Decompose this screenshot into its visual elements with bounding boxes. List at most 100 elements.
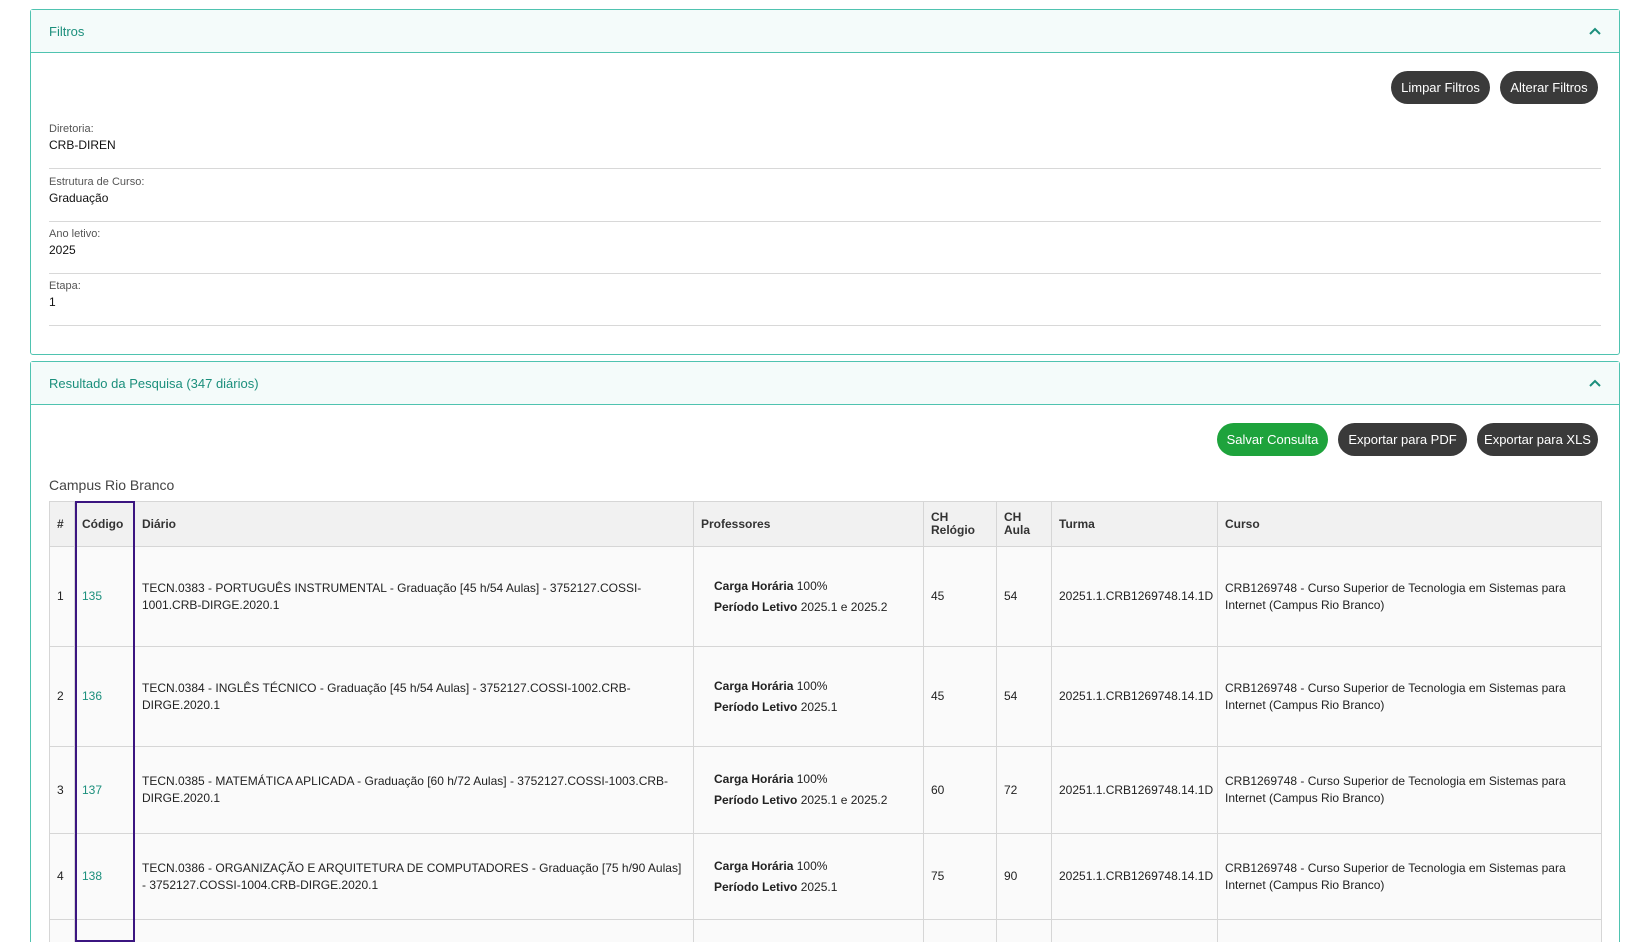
filter-label: Ano letivo:	[49, 228, 101, 240]
export-pdf-button[interactable]: Exportar para PDF	[1338, 423, 1467, 456]
ch-clock-cell: 60	[923, 746, 997, 834]
results-panel: Resultado da Pesquisa (347 diários) Salv…	[30, 361, 1620, 942]
workload-label: Carga Horária	[714, 772, 794, 786]
group-cell: 20251.1.CRB1269748.14.1D	[1051, 646, 1218, 747]
column-header-group[interactable]: Turma	[1051, 501, 1218, 547]
period-value: 2025.1 e 2025.2	[800, 793, 888, 807]
diary-cell: TECN.0384 - INGLÊS TÉCNICO - Graduação […	[134, 646, 694, 747]
period-value: 2025.1 e 2025.2	[800, 599, 888, 614]
table-header-row: # Código Diário Professores CH Relógio CH…	[49, 501, 1602, 547]
table-row[interactable]: 1 135 TECN.0383 - PORTUGUÊS INSTRUMENTAL…	[49, 546, 1602, 647]
period-label: Período Letivo	[714, 793, 798, 807]
filter-value: CRB-DIREN	[49, 138, 116, 152]
ch-clock-cell: 75	[923, 833, 997, 920]
chevron-up-icon[interactable]	[1589, 379, 1601, 387]
clear-filters-button[interactable]: Limpar Filtros	[1391, 71, 1490, 104]
course-cell: CRB1269748 - Curso Superior de Tecnologi…	[1217, 746, 1602, 834]
group-cell	[1051, 919, 1218, 942]
column-header-professors[interactable]: Professores	[693, 501, 924, 547]
diary-cell	[134, 919, 694, 942]
diary-cell: TECN.0386 - ORGANIZAÇÃO E ARQUITETURA DE…	[134, 833, 694, 920]
change-filters-button[interactable]: Alterar Filtros	[1500, 71, 1598, 104]
header-line: CH	[1004, 510, 1022, 524]
filter-row-directorate: Diretoria: CRB-DIREN	[49, 114, 1601, 169]
professors-cell: Carga Horária 100% Período Letivo 2025.1…	[693, 546, 924, 647]
filter-row-academic-year: Ano letivo: 2025	[49, 219, 1601, 274]
filters-panel-title: Filtros	[49, 23, 85, 39]
workload-value: 100%	[796, 858, 828, 873]
column-header-course[interactable]: Curso	[1217, 501, 1602, 547]
diary-code-link[interactable]: 138	[82, 869, 102, 883]
ch-class-cell: 54	[996, 646, 1052, 747]
workload-label: Carga Horária	[714, 578, 794, 593]
diary-cell: TECN.0385 - MATEMÁTICA APLICADA - Gradua…	[134, 746, 694, 834]
export-xls-button[interactable]: Exportar para XLS	[1477, 423, 1598, 456]
results-panel-header[interactable]: Resultado da Pesquisa (347 diários)	[31, 362, 1619, 405]
campus-heading: Campus Rio Branco	[49, 477, 175, 493]
professors-cell: Carga Horária 100% Período Letivo 2025.1…	[693, 746, 924, 834]
ch-class-cell: 54	[996, 546, 1052, 647]
header-line: Relógio	[931, 523, 975, 537]
course-cell: CRB1269748 - Curso Superior de Tecnologi…	[1217, 546, 1602, 647]
workload-value: 100%	[796, 578, 828, 593]
period-label: Período Letivo	[714, 599, 798, 614]
ch-clock-cell: 45	[923, 546, 997, 647]
group-cell: 20251.1.CRB1269748.14.1D	[1051, 546, 1218, 647]
diary-code-link[interactable]: 135	[82, 589, 102, 603]
period-label: Período Letivo	[714, 879, 798, 894]
filter-value: Graduação	[49, 191, 109, 205]
filter-value: 1	[49, 295, 56, 309]
period-value: 2025.1	[800, 699, 838, 714]
group-cell: 20251.1.CRB1269748.14.1D	[1051, 833, 1218, 920]
results-panel-title: Resultado da Pesquisa (347 diários)	[49, 375, 259, 391]
ch-clock-cell	[923, 919, 997, 942]
diary-code-link[interactable]: 136	[82, 689, 102, 703]
filter-row-course-structure: Estrutura de Curso: Graduação	[49, 167, 1601, 222]
column-header-ch-clock[interactable]: CH Relógio	[923, 501, 997, 547]
row-number: 1	[49, 546, 75, 647]
table-row[interactable]	[49, 919, 1602, 942]
group-cell: 20251.1.CRB1269748.14.1D	[1051, 746, 1218, 834]
workload-label: Carga Horária	[714, 678, 794, 693]
filters-panel: Filtros Limpar Filtros Alterar Filtros D…	[30, 9, 1620, 355]
row-number: 3	[49, 746, 75, 834]
table-row[interactable]: 4 138 TECN.0386 - ORGANIZAÇÃO E ARQUITET…	[49, 833, 1602, 920]
professors-cell	[693, 919, 924, 942]
period-label: Período Letivo	[714, 699, 798, 714]
results-table: # Código Diário Professores CH Relógio CH…	[49, 501, 1602, 942]
period-value: 2025.1	[800, 879, 838, 894]
header-line: CH	[931, 510, 949, 524]
course-cell	[1217, 919, 1602, 942]
row-number	[49, 919, 75, 942]
save-query-button[interactable]: Salvar Consulta	[1217, 423, 1328, 456]
filter-row-stage: Etapa: 1	[49, 271, 1601, 326]
column-header-diary[interactable]: Diário	[134, 501, 694, 547]
workload-value: 100%	[796, 772, 828, 786]
column-header-code[interactable]: Código	[74, 501, 135, 547]
workload-value: 100%	[796, 678, 828, 693]
header-line: Aula	[1004, 523, 1031, 537]
filter-value: 2025	[49, 243, 76, 257]
diary-cell: TECN.0383 - PORTUGUÊS INSTRUMENTAL - Gra…	[134, 546, 694, 647]
professors-cell: Carga Horária 100% Período Letivo 2025.1	[693, 646, 924, 747]
ch-class-cell	[996, 919, 1052, 942]
row-number: 2	[49, 646, 75, 747]
column-header-ch-class[interactable]: CH Aula	[996, 501, 1052, 547]
ch-class-cell: 90	[996, 833, 1052, 920]
diary-code-link[interactable]: 137	[82, 783, 102, 797]
ch-clock-cell: 45	[923, 646, 997, 747]
professors-cell: Carga Horária 100% Período Letivo 2025.1	[693, 833, 924, 920]
chevron-up-icon[interactable]	[1589, 27, 1601, 35]
filters-panel-header[interactable]: Filtros	[31, 10, 1619, 53]
table-row[interactable]: 3 137 TECN.0385 - MATEMÁTICA APLICADA - …	[49, 746, 1602, 834]
course-cell: CRB1269748 - Curso Superior de Tecnologi…	[1217, 646, 1602, 747]
filter-label: Etapa:	[49, 280, 81, 292]
table-row[interactable]: 2 136 TECN.0384 - INGLÊS TÉCNICO - Gradu…	[49, 646, 1602, 747]
code-cell	[74, 919, 135, 942]
course-cell: CRB1269748 - Curso Superior de Tecnologi…	[1217, 833, 1602, 920]
filter-label: Diretoria:	[49, 123, 94, 135]
workload-label: Carga Horária	[714, 858, 794, 873]
column-header-number[interactable]: #	[49, 501, 75, 547]
row-number: 4	[49, 833, 75, 920]
ch-class-cell: 72	[996, 746, 1052, 834]
